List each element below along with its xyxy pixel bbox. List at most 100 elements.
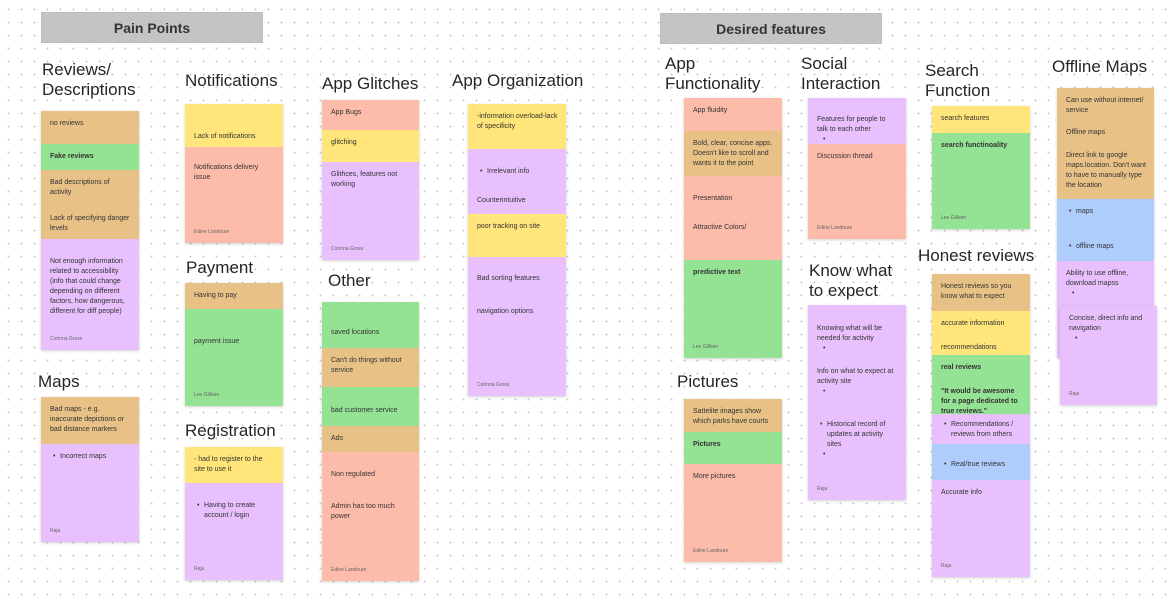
sticky-note[interactable]: Can use without internet/ service Offlin… [1057,88,1154,199]
sticky-note[interactable]: App fluidity [684,98,782,131]
sticky-note[interactable]: Bad sorting features navigation options … [468,257,566,396]
note-text: Bold, clear, concise apps. Doesn't like … [693,140,773,167]
note-text: no reviews [50,120,84,127]
sticky-note[interactable]: -information overload-lack of specificit… [468,104,566,149]
note-text: App fluidity [693,107,728,114]
sticky-note[interactable]: Irrelevant info Counterintuitive [468,149,566,214]
sticky-note[interactable]: Sattelite images show which parks have c… [684,399,782,432]
sticky-stack-app-functionality[interactable]: App fluidity Bold, clear, concise apps. … [684,98,782,358]
sticky-stack-maps[interactable]: Bad maps - e.g. inaccurate depictions or… [41,397,139,542]
section-header-pain-points: Pain Points [41,12,263,43]
note-text: payment issue [194,338,240,345]
sticky-note[interactable]: Ads [322,426,419,452]
empty-bullet [1069,334,1149,344]
note-text: search features [941,115,990,122]
sticky-stack-honest-reviews[interactable]: Honest reviews so you know what to expec… [932,274,1030,577]
sticky-note[interactable]: predictive text Lee Gilliam [684,260,782,358]
sticky-note[interactable]: saved locations [322,302,419,348]
sticky-note[interactable]: Glithces, features not working Corinna G… [322,162,419,260]
sticky-note[interactable]: Honest reviews so you know what to expec… [932,274,1030,311]
sticky-note[interactable]: Bad descriptions of activity [41,170,139,206]
sticky-stack-notifications[interactable]: Lack of notifications Notifications deli… [185,104,283,243]
sticky-stack-payment[interactable]: Having to pay payment issue Lee Gilliam [185,283,283,406]
note-text: Can use without internet/ service [1066,97,1144,114]
sticky-note[interactable]: Bad maps - e.g. inaccurate depictions or… [41,397,139,444]
note-text: Non regulated [331,471,375,478]
note-author: Edine Landoure [194,229,230,235]
sticky-stack-app-glitches[interactable]: App Bugs glitching Glithces, features no… [322,100,419,260]
sticky-note[interactable]: Lack of specifying danger levels [41,206,139,239]
sticky-stack-app-organization[interactable]: -information overload-lack of specificit… [468,104,566,396]
note-text: Glithces, features not working [331,171,398,188]
sticky-note[interactable]: poor tracking on site [468,214,566,257]
note-text: offline maps [1066,242,1146,252]
sticky-note[interactable]: Non regulated Admin has too much power E… [322,452,419,581]
sticky-stack-pictures[interactable]: Sattelite images show which parks have c… [684,399,782,562]
sticky-stack-social-interaction[interactable]: Features for people to talk to each othe… [808,98,906,239]
sticky-note[interactable]: Features for people to talk to each othe… [808,98,906,144]
note-text: Attractive Colors/ [693,224,747,231]
group-title-registration: Registration [185,421,276,440]
sticky-stack-registration[interactable]: - had to register to the site to use it … [185,447,283,580]
sticky-note[interactable]: Lack of notifications [185,104,283,147]
sticky-note[interactable]: Notifications delivery issue Edine Lando… [185,147,283,243]
sticky-note[interactable]: accurate information recommendations [932,311,1030,355]
note-text: navigation options [477,308,534,315]
sticky-note[interactable]: Fake reviews [41,144,139,170]
sticky-note[interactable]: real reviews "It would be awesome for a … [932,355,1030,415]
note-author: Raja [1069,391,1080,397]
sticky-note[interactable]: Knowing what will be needed for activity… [808,305,906,500]
note-text: poor tracking on site [477,223,541,230]
sticky-note[interactable]: Bold, clear, concise apps. Doesn't like … [684,131,782,176]
note-text: Offline maps [1066,129,1106,136]
sticky-note[interactable]: bad customer service [322,387,419,426]
note-text: - had to register to the site to use it [194,456,263,473]
group-title-offline-maps: Offline Maps [1052,57,1148,76]
sticky-note[interactable]: payment issue Lee Gilliam [185,309,283,406]
sticky-note[interactable]: Real/true reviews [932,444,1030,480]
group-title-reviews: Reviews/ Descriptions [42,60,136,99]
sticky-note[interactable]: App Bugs [322,100,419,130]
note-author: Corinna Gross [50,336,83,342]
sticky-stack-search-function[interactable]: search features search functinoality Lee… [932,106,1030,229]
group-title-pictures: Pictures [677,372,739,391]
note-author: Lee Gilliam [194,392,220,398]
sticky-note[interactable]: Discussion thread Edine Landoure [808,144,906,239]
sticky-note[interactable]: Pictures [684,432,782,464]
sticky-note[interactable]: Can't do things without service [322,348,419,387]
sticky-note-offline-maps-overlap[interactable]: Concise, direct info and navigation Raja [1060,306,1157,405]
sticky-note[interactable]: maps offline maps [1057,199,1154,261]
sticky-note[interactable]: Accurate info Raja [932,480,1030,577]
empty-bullet [817,344,898,354]
sticky-note[interactable]: Having to pay [185,283,283,309]
note-author: Raja [817,486,828,492]
sticky-stack-reviews[interactable]: no reviews Fake reviews Bad descriptions… [41,111,139,350]
note-text: App Bugs [331,109,362,116]
note-author: Corinna Gross [477,382,510,388]
note-text: Knowing what will be needed for activity [817,325,882,342]
sticky-stack-know-what-to-expect[interactable]: Knowing what will be needed for activity… [808,305,906,500]
note-author: Corinna Gross [331,246,364,252]
note-author: Raja [941,563,952,569]
sticky-note[interactable]: no reviews [41,111,139,144]
sticky-note[interactable]: Incorrect maps Raja [41,444,139,542]
sticky-note[interactable]: Not enough information related to access… [41,239,139,350]
sticky-note[interactable]: More pictures Edine Landoure [684,464,782,562]
sticky-note[interactable]: Concise, direct info and navigation Raja [1060,306,1157,405]
group-title-notifications: Notifications [185,71,278,90]
sticky-note[interactable]: search functinoality Lee Gilliam [932,133,1030,229]
note-text: Having to pay [194,292,237,299]
empty-bullet [1066,289,1146,299]
sticky-note[interactable]: Recommendations / reviews from others [932,414,1030,444]
group-title-app-glitches: App Glitches [322,74,419,93]
sticky-note[interactable]: - had to register to the site to use it [185,447,283,483]
sticky-note[interactable]: glitching [322,130,419,162]
note-text: Ads [331,435,344,442]
sticky-note[interactable]: Presentation Attractive Colors/ [684,176,782,260]
group-title-maps: Maps [38,372,80,391]
sticky-note[interactable]: Having to create account / login Raja [185,483,283,580]
note-text: Incorrect maps [50,452,131,462]
sticky-stack-other[interactable]: saved locations Can't do things without … [322,302,419,581]
sticky-note[interactable]: search features [932,106,1030,133]
note-text: Historical record of updates at activity… [817,420,898,450]
